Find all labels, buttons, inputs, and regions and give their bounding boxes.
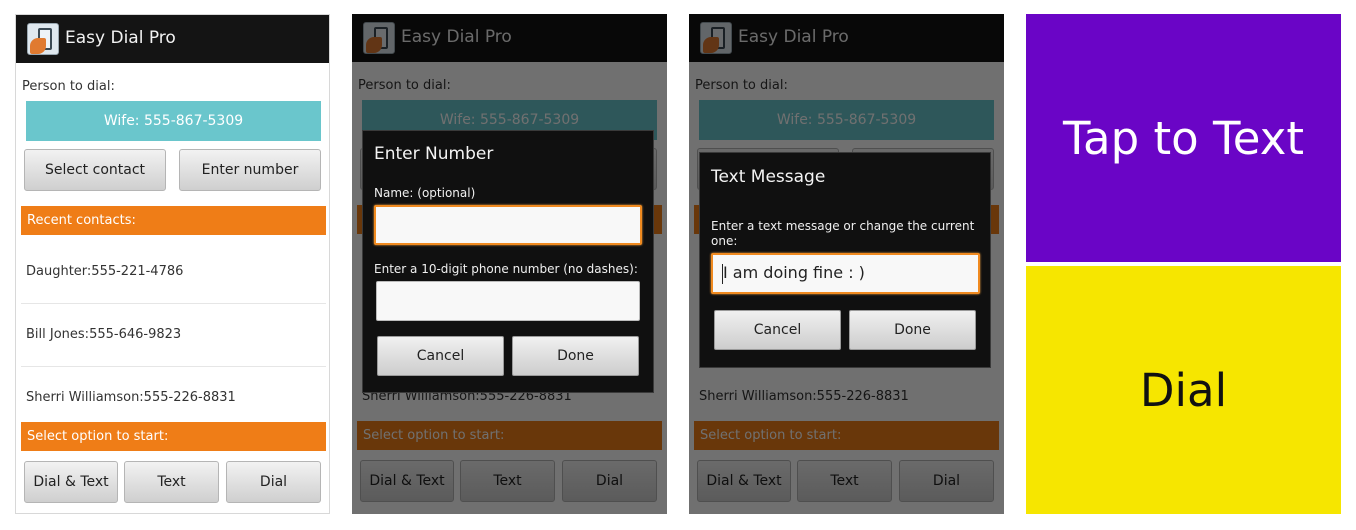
recent-contacts-header: Recent contacts: xyxy=(21,206,326,235)
dial-and-text-button[interactable]: Dial & Text xyxy=(24,461,118,503)
text-message-screen: Easy Dial Pro Person to dial: Wife: 555-… xyxy=(689,14,1004,514)
title-bar: Easy Dial Pro xyxy=(16,15,329,63)
name-label: Name: (optional) xyxy=(374,186,476,200)
select-option-header: Select option to start: xyxy=(21,422,326,451)
tap-to-text-button[interactable]: Tap to Text xyxy=(1026,14,1341,262)
cancel-button[interactable]: Cancel xyxy=(714,310,841,350)
recent-contact-item[interactable]: Bill Jones:555-646-9823 xyxy=(26,327,181,342)
phone-label: Enter a 10-digit phone number (no dashes… xyxy=(374,262,638,276)
done-button[interactable]: Done xyxy=(849,310,976,350)
main-screen-content: Easy Dial Pro Person to dial: Wife: 555-… xyxy=(16,15,329,513)
enter-number-button[interactable]: Enter number xyxy=(179,149,321,191)
divider xyxy=(21,366,326,367)
person-to-dial-label: Person to dial: xyxy=(22,79,115,94)
app-title: Easy Dial Pro xyxy=(65,28,176,48)
divider xyxy=(21,303,326,304)
message-input[interactable]: I am doing fine : ) xyxy=(711,253,980,294)
message-prompt: Enter a text message or change the curre… xyxy=(711,219,975,248)
enter-number-dialog: Enter Number Name: (optional) Enter a 10… xyxy=(362,130,654,393)
text-message-dialog: Text Message Enter a text message or cha… xyxy=(699,152,991,368)
main-screen: Easy Dial Pro Person to dial: Wife: 555-… xyxy=(15,14,330,514)
dial-button[interactable]: Dial xyxy=(226,461,321,503)
action-screen: Tap to Text Dial xyxy=(1026,14,1341,514)
enter-number-screen: Easy Dial Pro Person to dial: Wife: 555-… xyxy=(352,14,667,514)
select-contact-button[interactable]: Select contact xyxy=(24,149,166,191)
cancel-button[interactable]: Cancel xyxy=(377,336,504,376)
app-icon xyxy=(27,23,59,55)
recent-contact-item[interactable]: Daughter:555-221-4786 xyxy=(26,264,183,279)
phone-input[interactable] xyxy=(376,281,640,321)
name-input[interactable] xyxy=(374,205,642,245)
done-button[interactable]: Done xyxy=(512,336,639,376)
text-button[interactable]: Text xyxy=(124,461,219,503)
recent-contact-item[interactable]: Sherri Williamson:555-226-8831 xyxy=(26,390,236,405)
selected-person[interactable]: Wife: 555-867-5309 xyxy=(26,101,321,141)
dialog-title: Enter Number xyxy=(374,144,494,164)
message-input-value: I am doing fine : ) xyxy=(723,263,865,282)
dial-area-button[interactable]: Dial xyxy=(1026,266,1341,514)
dialog-title: Text Message xyxy=(711,167,826,187)
